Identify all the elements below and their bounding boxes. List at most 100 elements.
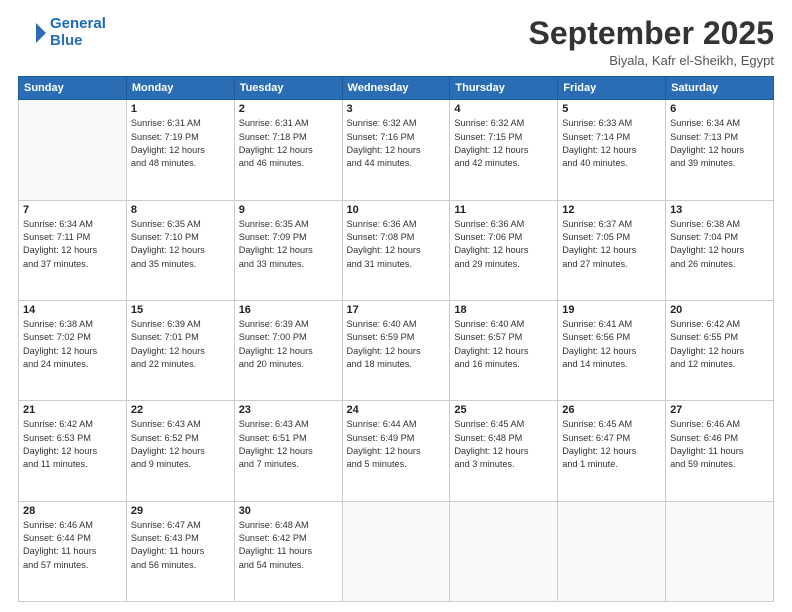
calendar-cell: 19Sunrise: 6:41 AMSunset: 6:56 PMDayligh… xyxy=(558,300,666,400)
day-info: Sunrise: 6:36 AMSunset: 7:08 PMDaylight:… xyxy=(347,218,446,271)
day-number: 26 xyxy=(562,404,661,416)
calendar-cell: 17 Sunrise: 6:40 AMSunset: 6:59 PMDayligh… xyxy=(342,300,450,400)
logo-line2: Blue xyxy=(50,33,106,50)
day-number: 10 xyxy=(347,204,446,216)
calendar-cell: 12 Sunrise: 6:37 AMSunset: 7:05 PMDayligh… xyxy=(558,200,666,300)
calendar-cell: 20 Sunrise: 6:42 AMSunset: 6:55 PMDayligh… xyxy=(666,300,774,400)
day-info: Sunrise: 6:36 AMSunset: 7:06 PMDaylight:… xyxy=(454,218,553,271)
day-number: 15 xyxy=(131,304,230,316)
calendar-cell: 9Sunrise: 6:35 AMSunset: 7:09 PMDaylight… xyxy=(234,200,342,300)
day-number: 18 xyxy=(454,304,553,316)
calendar-cell: 6 Sunrise: 6:34 AMSunset: 7:13 PMDaylight… xyxy=(666,100,774,200)
day-info: Sunrise: 6:45 AMSunset: 6:48 PMDaylight:… xyxy=(454,418,553,471)
logo-icon xyxy=(18,19,46,47)
day-number: 6 xyxy=(670,103,769,115)
calendar-cell xyxy=(558,501,666,601)
calendar-cell: 7Sunrise: 6:34 AMSunset: 7:11 PMDaylight… xyxy=(19,200,127,300)
day-number: 13 xyxy=(670,204,769,216)
page: General Blue September 2025 Biyala, Kafr… xyxy=(0,0,792,612)
day-number: 30 xyxy=(239,505,338,517)
day-number: 23 xyxy=(239,404,338,416)
day-number: 7 xyxy=(23,204,122,216)
day-number: 12 xyxy=(562,204,661,216)
weekday-header-monday: Monday xyxy=(126,77,234,100)
calendar-cell: 13 Sunrise: 6:38 AMSunset: 7:04 PMDayligh… xyxy=(666,200,774,300)
day-info: Sunrise: 6:44 AMSunset: 6:49 PMDaylight:… xyxy=(347,418,446,471)
day-number: 17 xyxy=(347,304,446,316)
day-number: 16 xyxy=(239,304,338,316)
calendar-cell: 1Sunrise: 6:31 AMSunset: 7:19 PMDaylight… xyxy=(126,100,234,200)
logo-text: General Blue xyxy=(50,16,106,49)
calendar-cell: 25 Sunrise: 6:45 AMSunset: 6:48 PMDayligh… xyxy=(450,401,558,501)
day-info: Sunrise: 6:38 AMSunset: 7:02 PMDaylight:… xyxy=(23,318,122,371)
day-number: 24 xyxy=(347,404,446,416)
calendar-cell: 28 Sunrise: 6:46 AMSunset: 6:44 PMDayligh… xyxy=(19,501,127,601)
calendar-cell: 11 Sunrise: 6:36 AMSunset: 7:06 PMDayligh… xyxy=(450,200,558,300)
day-number: 11 xyxy=(454,204,553,216)
calendar-cell: 8Sunrise: 6:35 AMSunset: 7:10 PMDaylight… xyxy=(126,200,234,300)
day-number: 20 xyxy=(670,304,769,316)
calendar-cell xyxy=(450,501,558,601)
day-info: Sunrise: 6:37 AMSunset: 7:05 PMDaylight:… xyxy=(562,218,661,271)
calendar-cell: 21Sunrise: 6:42 AMSunset: 6:53 PMDayligh… xyxy=(19,401,127,501)
calendar-week-row: 28 Sunrise: 6:46 AMSunset: 6:44 PMDayligh… xyxy=(19,501,774,601)
day-info: Sunrise: 6:43 AMSunset: 6:52 PMDaylight:… xyxy=(131,418,230,471)
weekday-header-friday: Friday xyxy=(558,77,666,100)
day-info: Sunrise: 6:39 AMSunset: 7:00 PMDaylight:… xyxy=(239,318,338,371)
day-number: 27 xyxy=(670,404,769,416)
calendar-cell: 4 Sunrise: 6:32 AMSunset: 7:15 PMDaylight… xyxy=(450,100,558,200)
day-number: 2 xyxy=(239,103,338,115)
day-info: Sunrise: 6:48 AMSunset: 6:42 PMDaylight:… xyxy=(239,519,338,572)
location-subtitle: Biyala, Kafr el-Sheikh, Egypt xyxy=(529,53,774,68)
day-info: Sunrise: 6:33 AMSunset: 7:14 PMDaylight:… xyxy=(562,117,661,170)
day-number: 21 xyxy=(23,404,122,416)
day-info: Sunrise: 6:42 AMSunset: 6:55 PMDaylight:… xyxy=(670,318,769,371)
calendar-cell: 2 Sunrise: 6:31 AMSunset: 7:18 PMDaylight… xyxy=(234,100,342,200)
day-info: Sunrise: 6:34 AMSunset: 7:13 PMDaylight:… xyxy=(670,117,769,170)
logo: General Blue xyxy=(18,16,106,49)
day-info: Sunrise: 6:40 AMSunset: 6:57 PMDaylight:… xyxy=(454,318,553,371)
month-title: September 2025 xyxy=(529,16,774,51)
day-info: Sunrise: 6:31 AMSunset: 7:18 PMDaylight:… xyxy=(239,117,338,170)
day-info: Sunrise: 6:38 AMSunset: 7:04 PMDaylight:… xyxy=(670,218,769,271)
day-info: Sunrise: 6:32 AMSunset: 7:15 PMDaylight:… xyxy=(454,117,553,170)
day-info: Sunrise: 6:40 AMSunset: 6:59 PMDaylight:… xyxy=(347,318,446,371)
day-number: 3 xyxy=(347,103,446,115)
day-number: 4 xyxy=(454,103,553,115)
day-number: 1 xyxy=(131,103,230,115)
day-info: Sunrise: 6:47 AMSunset: 6:43 PMDaylight:… xyxy=(131,519,230,572)
calendar-week-row: 1Sunrise: 6:31 AMSunset: 7:19 PMDaylight… xyxy=(19,100,774,200)
day-info: Sunrise: 6:46 AMSunset: 6:46 PMDaylight:… xyxy=(670,418,769,471)
calendar-cell xyxy=(19,100,127,200)
weekday-header-wednesday: Wednesday xyxy=(342,77,450,100)
calendar-cell: 24 Sunrise: 6:44 AMSunset: 6:49 PMDayligh… xyxy=(342,401,450,501)
weekday-header-tuesday: Tuesday xyxy=(234,77,342,100)
calendar-cell: 3 Sunrise: 6:32 AMSunset: 7:16 PMDaylight… xyxy=(342,100,450,200)
logo-line1: General xyxy=(50,16,106,33)
day-number: 9 xyxy=(239,204,338,216)
calendar-week-row: 21Sunrise: 6:42 AMSunset: 6:53 PMDayligh… xyxy=(19,401,774,501)
weekday-header-saturday: Saturday xyxy=(666,77,774,100)
calendar-cell: 16 Sunrise: 6:39 AMSunset: 7:00 PMDayligh… xyxy=(234,300,342,400)
day-number: 8 xyxy=(131,204,230,216)
day-info: Sunrise: 6:46 AMSunset: 6:44 PMDaylight:… xyxy=(23,519,122,572)
calendar-cell: 23 Sunrise: 6:43 AMSunset: 6:51 PMDayligh… xyxy=(234,401,342,501)
calendar-cell xyxy=(666,501,774,601)
day-number: 5 xyxy=(562,103,661,115)
day-number: 25 xyxy=(454,404,553,416)
weekday-header-sunday: Sunday xyxy=(19,77,127,100)
title-block: September 2025 Biyala, Kafr el-Sheikh, E… xyxy=(529,16,774,68)
day-number: 29 xyxy=(131,505,230,517)
calendar-cell xyxy=(342,501,450,601)
day-info: Sunrise: 6:45 AMSunset: 6:47 PMDaylight:… xyxy=(562,418,661,471)
day-info: Sunrise: 6:43 AMSunset: 6:51 PMDaylight:… xyxy=(239,418,338,471)
day-number: 28 xyxy=(23,505,122,517)
day-info: Sunrise: 6:32 AMSunset: 7:16 PMDaylight:… xyxy=(347,117,446,170)
calendar-week-row: 7Sunrise: 6:34 AMSunset: 7:11 PMDaylight… xyxy=(19,200,774,300)
calendar-cell: 29 Sunrise: 6:47 AMSunset: 6:43 PMDayligh… xyxy=(126,501,234,601)
calendar-cell: 27 Sunrise: 6:46 AMSunset: 6:46 PMDayligh… xyxy=(666,401,774,501)
calendar-cell: 26 Sunrise: 6:45 AMSunset: 6:47 PMDayligh… xyxy=(558,401,666,501)
calendar-table: SundayMondayTuesdayWednesdayThursdayFrid… xyxy=(18,76,774,602)
weekday-header-row: SundayMondayTuesdayWednesdayThursdayFrid… xyxy=(19,77,774,100)
header: General Blue September 2025 Biyala, Kafr… xyxy=(18,16,774,68)
